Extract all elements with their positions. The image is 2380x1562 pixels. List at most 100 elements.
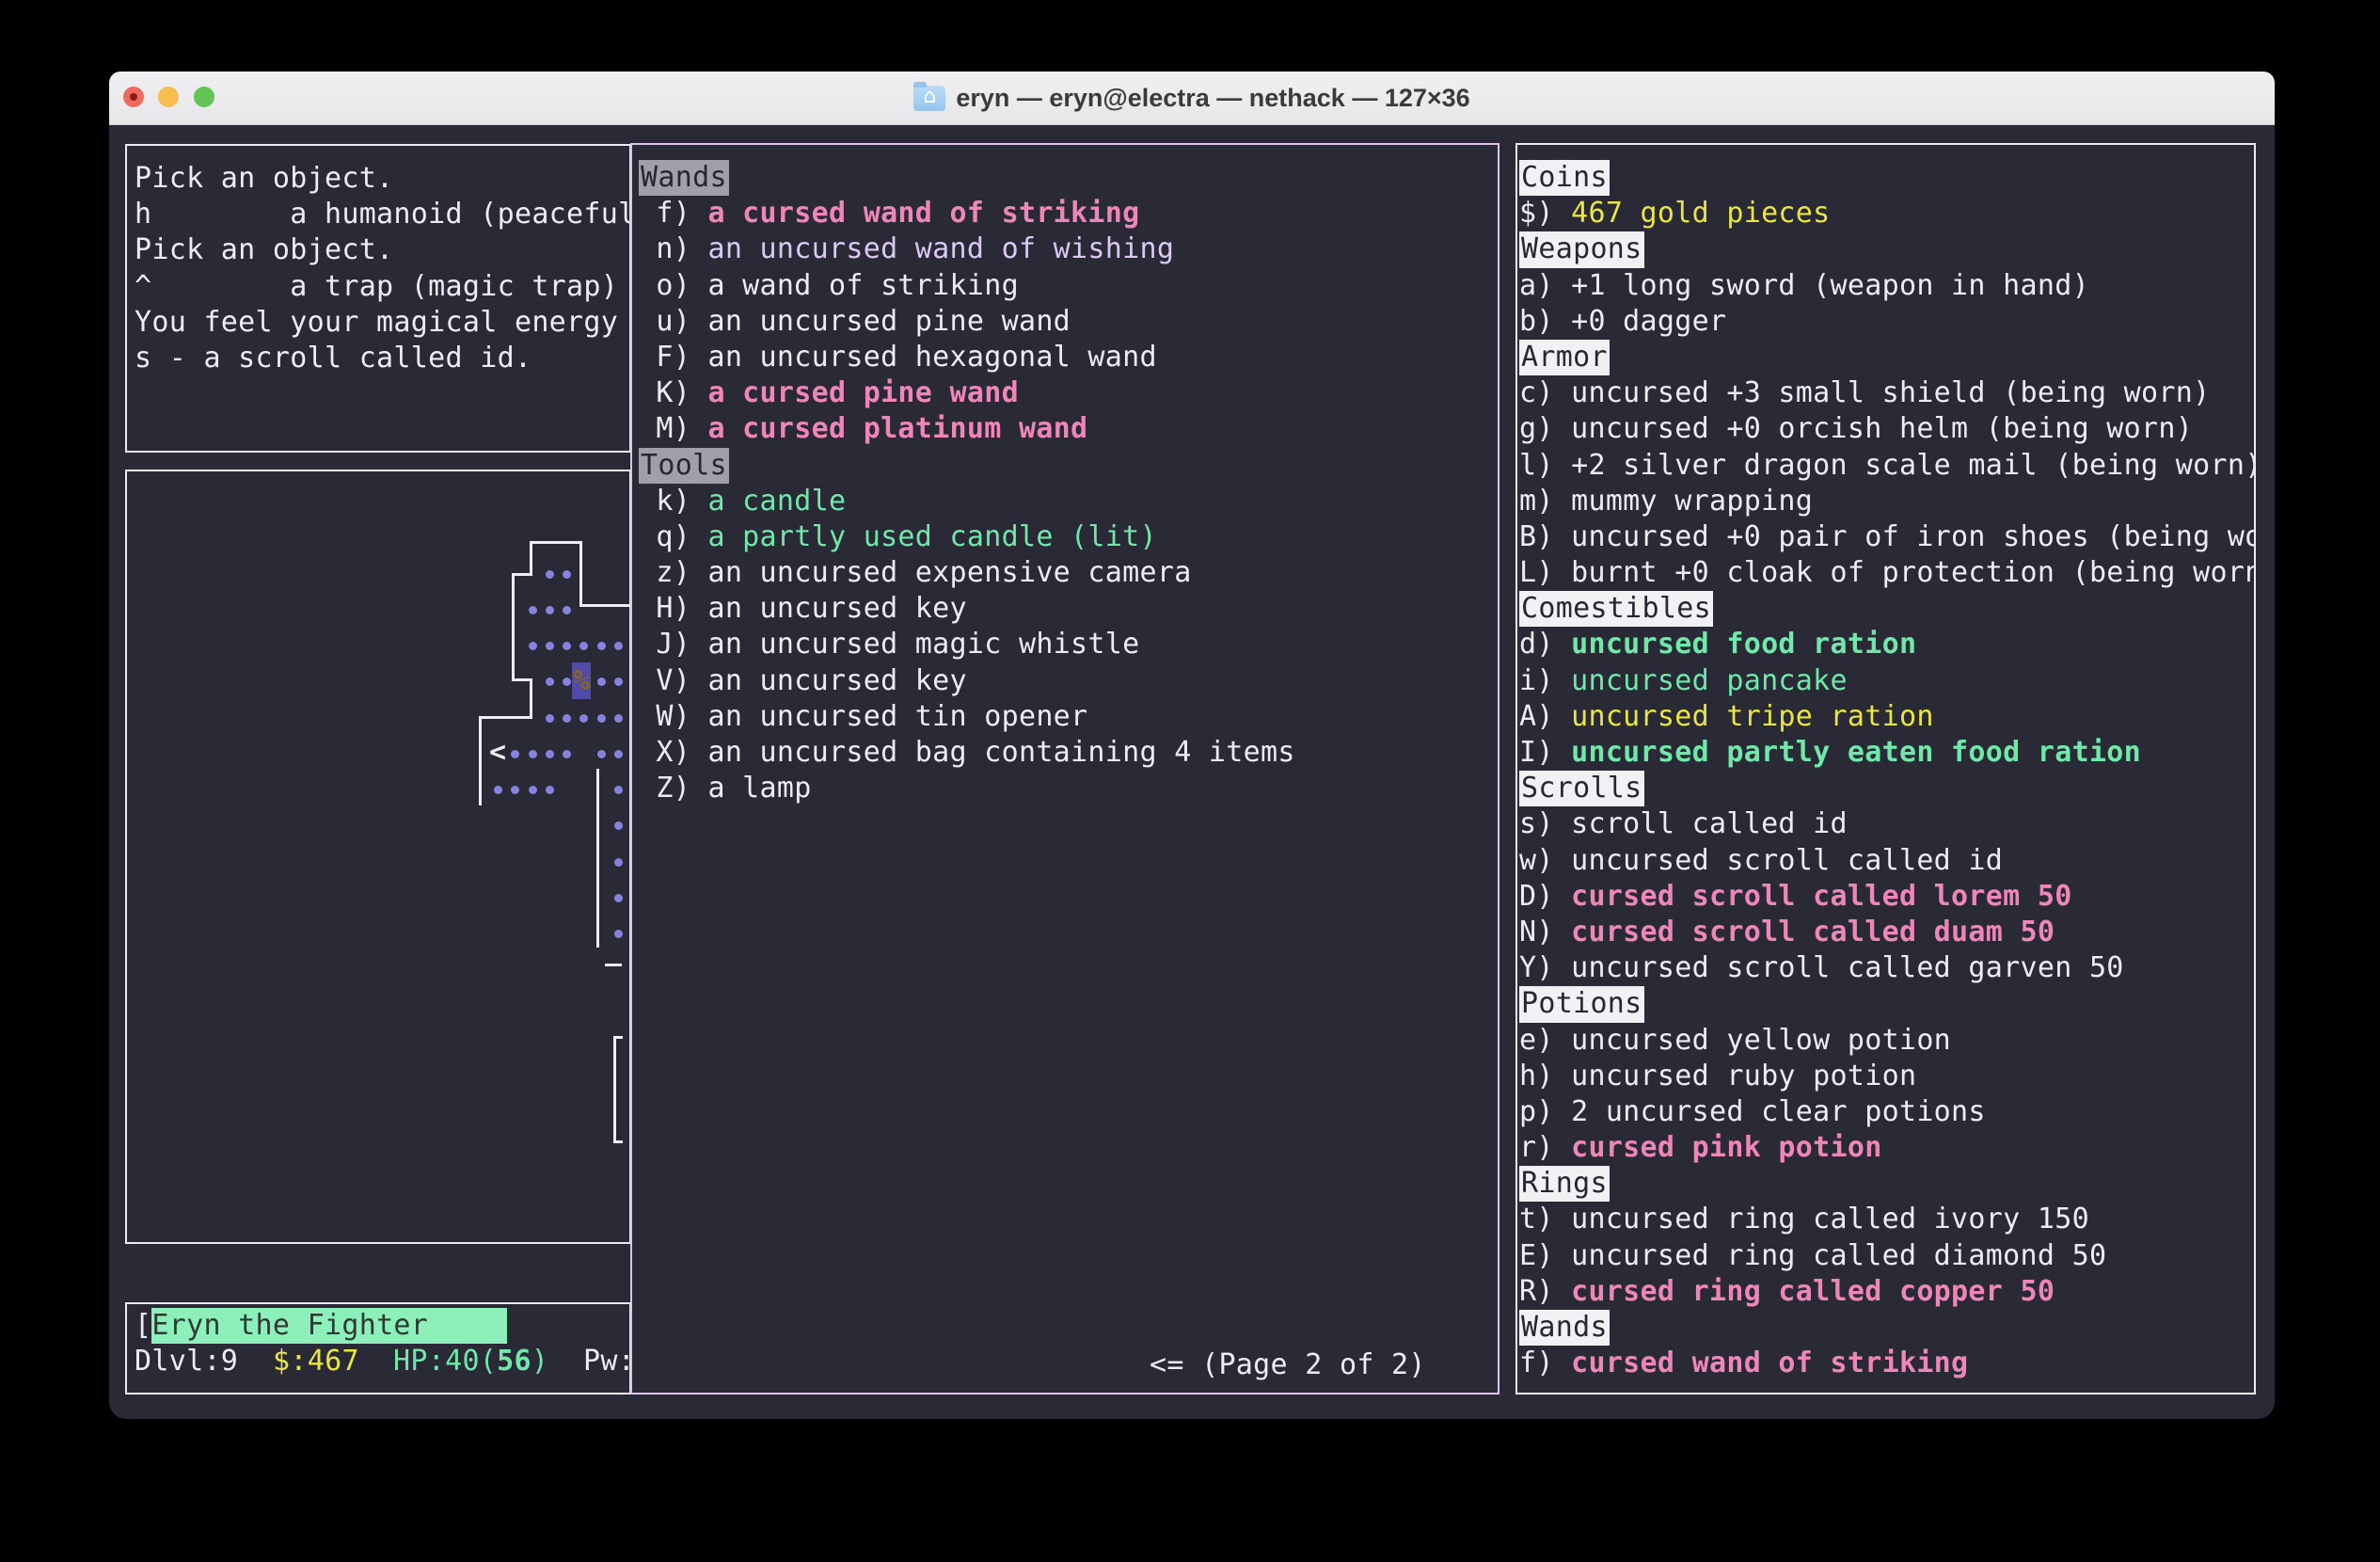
- item-letter: V): [639, 664, 707, 697]
- item-text: uncursed pancake: [1571, 664, 1848, 697]
- map-floor-dot: [614, 894, 623, 902]
- inventory-item-f: f) cursed wand of striking: [1519, 1346, 2254, 1381]
- inventory-item-n[interactable]: n) an uncursed wand of wishing: [639, 231, 1498, 267]
- gold-amount: $:467: [273, 1344, 359, 1379]
- inventory-item-H[interactable]: H) an uncursed key: [639, 591, 1498, 627]
- map-wall-segment: [512, 573, 532, 576]
- item-letter: b): [1519, 305, 1571, 338]
- food-item-glyph: %: [573, 664, 590, 697]
- status-line-2: Dlvl:9 $:467 HP:40(56) Pw:: [127, 1344, 629, 1379]
- inventory-item-r: r) cursed pink potion: [1519, 1130, 2254, 1166]
- message-line: You feel your magical energy: [135, 305, 629, 341]
- inventory-item-z[interactable]: z) an uncursed expensive camera: [639, 555, 1498, 591]
- map-floor-dot: [614, 677, 623, 686]
- inventory-item-D: D) cursed scroll called lorem 50: [1519, 879, 2254, 915]
- item-letter: r): [1519, 1131, 1571, 1164]
- item-letter: $): [1519, 197, 1571, 230]
- inventory-item-L: L) burnt +0 cloak of protection (being w…: [1519, 555, 2254, 591]
- item-text: burnt +0 cloak of protection (being worn: [1571, 556, 2256, 589]
- inventory-item-X[interactable]: X) an uncursed bag containing 4 items: [639, 735, 1498, 771]
- map-floor-dot: [579, 714, 588, 723]
- item-text: cursed scroll called duam 50: [1571, 916, 2055, 948]
- map-floor-dot: [597, 714, 606, 723]
- item-letter: F): [639, 341, 707, 374]
- status-line-1: [Eryn the Fighter: [135, 1308, 629, 1344]
- map-floor-dot: [614, 714, 623, 723]
- inventory-item-u[interactable]: u) an uncursed pine wand: [639, 304, 1498, 340]
- inventory-item-k[interactable]: k) a candle: [639, 484, 1498, 519]
- item-text: mummy wrapping: [1571, 485, 1813, 518]
- inventory-item-t: t) uncursed ring called ivory 150: [1519, 1202, 2254, 1237]
- inventory-item-A: A) uncursed tripe ration: [1519, 699, 2254, 735]
- inventory-item-a: a) +1 long sword (weapon in hand): [1519, 268, 2254, 304]
- map-wall-segment: [512, 573, 515, 681]
- message-lines: Pick an object.h a humanoid (peacefulPic…: [135, 161, 629, 376]
- item-text: an uncursed pine wand: [707, 305, 1071, 338]
- inventory-item-g: g) uncursed +0 orcish helm (being worn): [1519, 411, 2254, 447]
- inventory-item-F[interactable]: F) an uncursed hexagonal wand: [639, 340, 1498, 375]
- inventory-item-e: e) uncursed yellow potion: [1519, 1023, 2254, 1059]
- player-name-highlight: Eryn the Fighter: [151, 1308, 507, 1344]
- item-text: 467 gold pieces: [1571, 197, 1830, 230]
- inventory-item-$: $) 467 gold pieces: [1519, 196, 2254, 231]
- inventory-item-M[interactable]: M) a cursed platinum wand: [639, 411, 1498, 447]
- home-folder-icon: ⌂: [913, 86, 945, 111]
- map-item-cell: %: [572, 662, 591, 699]
- close-button[interactable]: [123, 87, 144, 107]
- map-floor-dot: [563, 677, 571, 686]
- category-header-label: Rings: [1519, 1166, 1610, 1202]
- item-letter: m): [1519, 485, 1571, 518]
- window-titlebar[interactable]: ⌂ eryn — eryn@electra — nethack — 127×36: [109, 72, 2275, 125]
- item-letter: I): [1519, 736, 1571, 769]
- item-text: uncursed +0 orcish helm (being worn): [1571, 412, 2193, 445]
- inventory-item-N: N) cursed scroll called duam 50: [1519, 915, 2254, 950]
- inventory-item-W[interactable]: W) an uncursed tin opener: [639, 699, 1498, 735]
- map-wall-segment: [613, 1140, 623, 1143]
- house-glyph: ⌂: [913, 85, 945, 108]
- inventory-item-q[interactable]: q) a partly used candle (lit): [639, 519, 1498, 555]
- inventory-item-o[interactable]: o) a wand of striking: [639, 268, 1498, 304]
- map-floor-dot: [563, 606, 571, 614]
- map-floor-dot: [511, 786, 519, 794]
- item-letter: q): [639, 520, 707, 553]
- item-text: uncursed yellow potion: [1571, 1024, 1951, 1057]
- item-text: +2 silver dragon scale mail (being worn): [1571, 449, 2256, 482]
- desktop: { "window": { "title": "eryn — eryn@elec…: [0, 0, 2380, 1562]
- inventory-item-V[interactable]: V) an uncursed key: [639, 663, 1498, 699]
- item-text: uncursed scroll called garven 50: [1571, 951, 2124, 984]
- inventory-item-J[interactable]: J) an uncursed magic whistle: [639, 627, 1498, 662]
- item-letter: u): [639, 305, 707, 338]
- inventory-item-K[interactable]: K) a cursed pine wand: [639, 375, 1498, 411]
- zoom-button[interactable]: [194, 87, 214, 107]
- map-floor-dot: [546, 714, 554, 723]
- item-text: cursed ring called copper 50: [1571, 1275, 2055, 1308]
- map-floor-dot: [614, 786, 623, 794]
- item-letter: H): [639, 592, 707, 625]
- message-panel: Pick an object.h a humanoid (peacefulPic…: [125, 144, 631, 453]
- item-letter: l): [1519, 449, 1571, 482]
- minimize-button[interactable]: [158, 87, 179, 107]
- inventory-item-f[interactable]: f) a cursed wand of striking: [639, 196, 1498, 231]
- category-header-comestibles: Comestibles: [1519, 591, 2254, 627]
- inventory-item-Z[interactable]: Z) a lamp: [639, 771, 1498, 806]
- message-line: ^ a trap (magic trap): [135, 269, 629, 305]
- category-header-coins: Coins: [1519, 160, 2254, 196]
- map-floor-dot: [529, 786, 537, 794]
- map-floor-dot: [614, 642, 623, 650]
- category-header-label: Comestibles: [1519, 591, 1713, 627]
- inventory-item-i: i) uncursed pancake: [1519, 663, 2254, 699]
- upstairs-glyph: <: [489, 735, 506, 771]
- dungeon-level: Dlvl:9: [135, 1344, 238, 1379]
- item-text: a candle: [707, 485, 846, 518]
- category-header-potions: Potions: [1519, 986, 2254, 1022]
- category-header-wands: Wands: [639, 160, 1498, 196]
- message-line: Pick an object.: [135, 161, 629, 197]
- item-letter: L): [1519, 556, 1571, 589]
- item-text: uncursed partly eaten food ration: [1571, 736, 2141, 769]
- map-floor-dot: [614, 930, 623, 938]
- item-letter: X): [639, 736, 707, 769]
- inventory-item-R: R) cursed ring called copper 50: [1519, 1274, 2254, 1310]
- item-letter: Y): [1519, 951, 1571, 984]
- item-letter: n): [639, 232, 707, 265]
- inventory-item-s: s) scroll called id: [1519, 806, 2254, 842]
